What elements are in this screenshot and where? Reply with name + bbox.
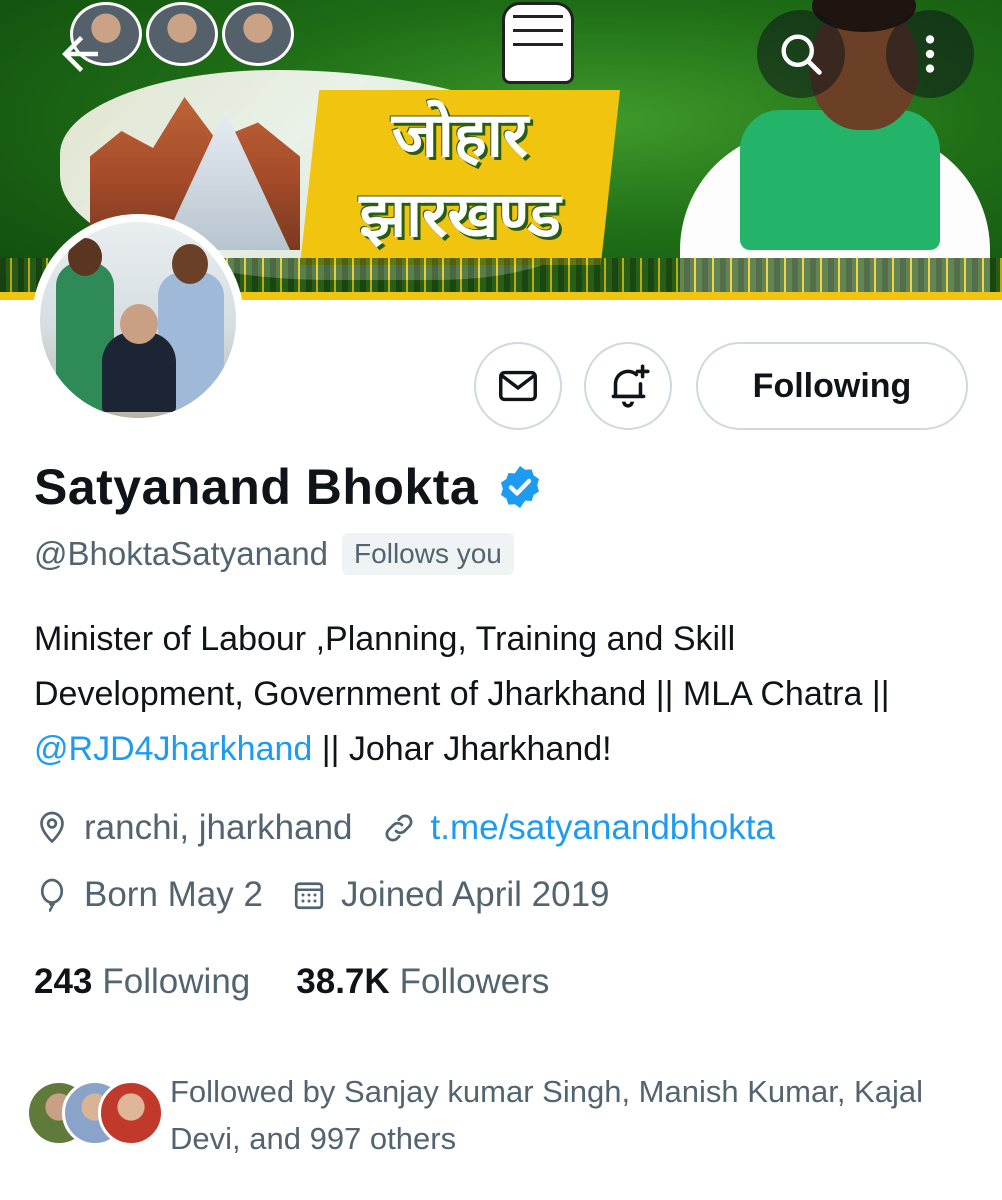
avatar-figure-3-head xyxy=(172,244,208,284)
link-icon xyxy=(385,814,412,842)
mail-icon xyxy=(499,370,537,402)
avatar-figure-2 xyxy=(102,332,176,412)
display-name: Satyanand Bhokta xyxy=(34,459,479,515)
profile-avatar[interactable] xyxy=(32,214,244,426)
verified-badge-icon[interactable] xyxy=(496,463,544,511)
message-button[interactable] xyxy=(474,342,562,430)
profile-stats: 243 Following 38.7K Followers xyxy=(34,962,595,1002)
bio-text-2: || Johar Jharkhand! xyxy=(312,730,612,768)
balloon-icon xyxy=(40,878,64,913)
back-button[interactable] xyxy=(36,10,124,98)
raised-fist-icon xyxy=(502,2,574,84)
followers-label: Followers xyxy=(399,962,550,1001)
joined-item: Joined April 2019 xyxy=(291,875,610,915)
follows-you-badge: Follows you xyxy=(342,533,514,575)
name-row: Satyanand Bhokta xyxy=(34,458,544,516)
bio-mention-link[interactable]: @RJD4Jharkhand xyxy=(34,730,312,768)
followed-by-text: Followed by Sanjay kumar Singh, Manish K… xyxy=(170,1074,923,1156)
user-handle: @BhoktaSatyanand xyxy=(34,535,329,572)
followed-by[interactable]: Followed by Sanjay kumar Singh, Manish K… xyxy=(26,1068,970,1162)
birthday-item: Born May 2 xyxy=(34,875,263,915)
search-icon xyxy=(781,34,822,75)
following-count: 243 xyxy=(34,962,93,1001)
banner-person-vest xyxy=(740,110,940,250)
profile-meta-row-2: Born May 2 Joined April 2019 xyxy=(34,875,638,915)
search-button[interactable] xyxy=(757,10,845,98)
avatar-figure-1-head xyxy=(68,238,102,276)
website-item[interactable]: t.me/satyanandbhokta xyxy=(381,808,775,848)
profile-bio: Minister of Labour ,Planning, Training a… xyxy=(34,612,954,777)
more-options-button[interactable] xyxy=(886,10,974,98)
location-item: ranchi, jharkhand xyxy=(34,808,353,848)
following-button[interactable]: Following xyxy=(696,342,968,430)
banner-avatar-3 xyxy=(222,2,294,66)
banner-avatar-2 xyxy=(146,2,218,66)
following-stat[interactable]: 243 Following xyxy=(34,962,250,1002)
avatar-figure-2-head xyxy=(120,304,158,344)
joined-text: Joined April 2019 xyxy=(340,875,610,914)
followers-stat[interactable]: 38.7K Followers xyxy=(296,962,549,1002)
bell-plus-icon xyxy=(611,364,650,408)
more-vertical-icon xyxy=(925,35,935,73)
calendar-icon xyxy=(294,882,324,910)
avatar-photo xyxy=(40,222,236,418)
banner-slogan-line1: जोहार xyxy=(391,98,529,171)
arrow-left-icon xyxy=(62,36,98,72)
followed-by-avatars xyxy=(26,1080,164,1150)
location-pin-icon xyxy=(40,811,64,844)
handle-row: @BhoktaSatyanand Follows you xyxy=(34,533,514,575)
location-text: ranchi, jharkhand xyxy=(84,808,353,847)
banner-slogan: जोहार झारखण्ड xyxy=(305,95,615,255)
follower-avatar-3 xyxy=(98,1080,164,1146)
profile-meta-row-1: ranchi, jharkhand t.me/satyanandbhokta xyxy=(34,808,803,848)
birthday-text: Born May 2 xyxy=(84,875,263,914)
website-link[interactable]: t.me/satyanandbhokta xyxy=(431,808,775,848)
followers-count: 38.7K xyxy=(296,962,390,1001)
banner-slogan-line2: झारखण्ड xyxy=(359,178,561,251)
notifications-button[interactable] xyxy=(584,342,672,430)
bio-text-1: Minister of Labour ,Planning, Training a… xyxy=(34,620,890,713)
following-label: Following xyxy=(102,962,251,1001)
